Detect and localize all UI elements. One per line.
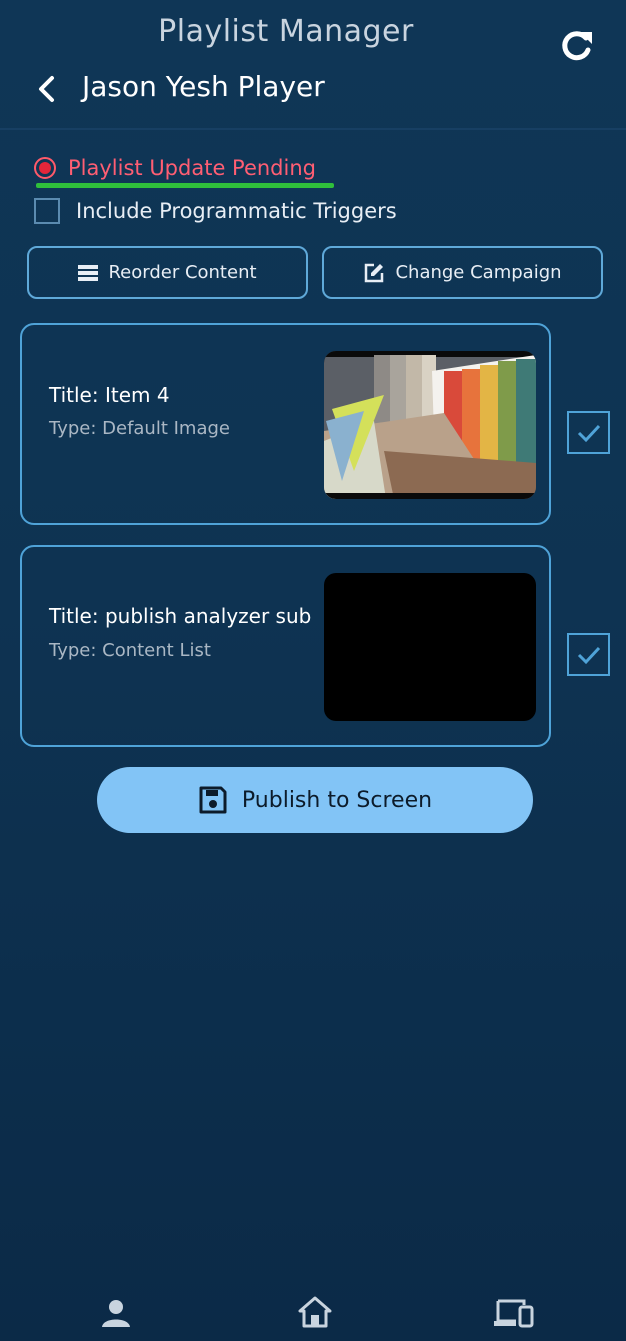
- item-select-checkbox[interactable]: [567, 411, 610, 454]
- refresh-button[interactable]: [556, 26, 596, 66]
- page-title: Jason Yesh Player: [82, 70, 325, 103]
- item-type: Type: Content List: [49, 640, 211, 661]
- reorder-content-button[interactable]: Reorder Content: [27, 246, 308, 299]
- item-select-checkbox[interactable]: [567, 633, 610, 676]
- checkmark-icon: [577, 646, 600, 664]
- reorder-content-label: Reorder Content: [108, 262, 257, 283]
- include-triggers-label: Include Programmatic Triggers: [76, 199, 397, 223]
- back-button[interactable]: [34, 74, 60, 104]
- item-title: Title: publish analyzer sub: [49, 604, 312, 628]
- pending-underline: [36, 183, 334, 188]
- app-title: Playlist Manager: [158, 14, 414, 49]
- checkmark-icon: [577, 424, 600, 442]
- include-triggers-option[interactable]: Include Programmatic Triggers: [34, 198, 397, 224]
- playlist-item-card[interactable]: Title: Item 4 Type: Default Image: [20, 323, 551, 525]
- save-icon: [199, 786, 227, 814]
- chevron-left-icon: [39, 76, 54, 102]
- change-campaign-label: Change Campaign: [395, 262, 562, 283]
- home-icon[interactable]: [298, 1296, 332, 1328]
- status-radio-icon: [34, 157, 56, 179]
- bottom-nav: [0, 1290, 626, 1340]
- playlist-item-card[interactable]: Title: publish analyzer sub Type: Conten…: [20, 545, 551, 747]
- list-icon: [78, 264, 99, 281]
- devices-icon[interactable]: [494, 1298, 534, 1328]
- pending-status[interactable]: Playlist Update Pending: [34, 156, 316, 180]
- user-icon[interactable]: [101, 1298, 131, 1328]
- change-campaign-button[interactable]: Change Campaign: [322, 246, 603, 299]
- edit-icon: [365, 263, 384, 282]
- publish-label: Publish to Screen: [241, 787, 433, 813]
- include-triggers-checkbox[interactable]: [34, 198, 60, 224]
- refresh-icon: [562, 31, 592, 61]
- item-thumbnail: [324, 573, 536, 721]
- color-swatch-image: [324, 351, 536, 499]
- pending-status-label: Playlist Update Pending: [68, 156, 316, 180]
- publish-to-screen-button[interactable]: Publish to Screen: [97, 767, 533, 833]
- item-title: Title: Item 4: [49, 383, 170, 407]
- item-type: Type: Default Image: [49, 418, 230, 439]
- header-divider: [0, 128, 626, 130]
- item-thumbnail: [324, 351, 536, 499]
